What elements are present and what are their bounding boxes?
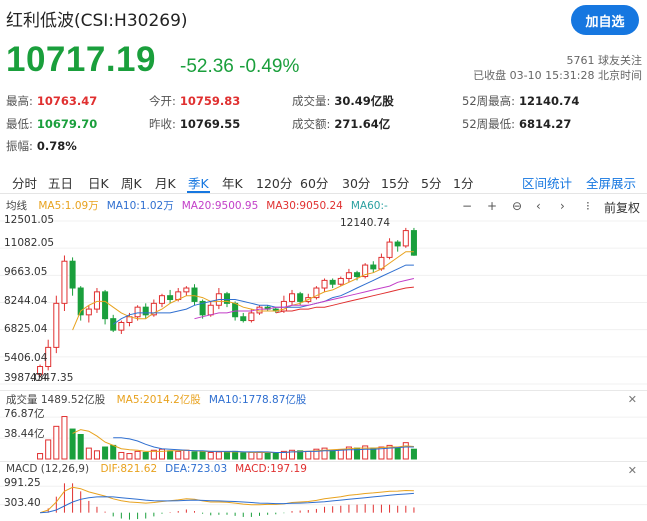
volume-bar bbox=[126, 453, 133, 460]
volume-legend: 成交量 1489.52亿股 MA5:2014.2亿股 MA10:1778.87亿股 bbox=[6, 392, 306, 407]
divider bbox=[0, 461, 647, 462]
volume-bar bbox=[158, 448, 165, 460]
volume-bar bbox=[85, 447, 92, 460]
candle-body bbox=[248, 312, 255, 322]
candle-body bbox=[85, 308, 92, 316]
volume-bar bbox=[37, 453, 44, 460]
volume-bar bbox=[337, 449, 344, 460]
legend-item: MACD:197.19 bbox=[235, 463, 307, 475]
axis-tick-label: 11082.05 bbox=[4, 237, 55, 249]
volume-bar bbox=[370, 447, 377, 460]
volume-bar bbox=[248, 451, 255, 460]
candle-body bbox=[394, 241, 401, 247]
candle-body bbox=[289, 293, 296, 302]
volume-bar bbox=[410, 448, 417, 460]
axis-tick-label: 6825.04 bbox=[4, 323, 48, 335]
volume-bar bbox=[61, 416, 68, 460]
candle-body bbox=[297, 293, 304, 302]
candle-body bbox=[102, 291, 109, 320]
volume-bar bbox=[191, 451, 198, 460]
candle-body bbox=[321, 279, 328, 289]
volume-bar bbox=[264, 451, 271, 460]
candle-body bbox=[183, 287, 190, 293]
candle-body bbox=[134, 306, 141, 318]
candle-body bbox=[93, 291, 100, 310]
volume-bar bbox=[93, 450, 100, 460]
candle-body bbox=[240, 316, 247, 322]
macd-line bbox=[39, 486, 414, 514]
legend-item: MA10:1778.87亿股 bbox=[208, 394, 307, 406]
legend-item: DIF:821.62 bbox=[100, 463, 158, 475]
close-volume-icon[interactable]: ✕ bbox=[628, 393, 637, 406]
volume-bar bbox=[175, 450, 182, 460]
ma-line bbox=[275, 286, 414, 314]
high-annotation: 12140.74 bbox=[340, 217, 391, 229]
volume-bar bbox=[394, 447, 401, 460]
volume-bar bbox=[183, 449, 190, 460]
volume-bar bbox=[102, 446, 109, 460]
candle-body bbox=[207, 304, 214, 316]
volume-bar bbox=[240, 452, 247, 460]
candle-body bbox=[142, 306, 149, 316]
volume-bar bbox=[329, 449, 336, 460]
legend-item: MA5:2014.2亿股 bbox=[116, 394, 201, 406]
axis-tick-label: 991.25 bbox=[4, 477, 41, 489]
candle-body bbox=[386, 241, 393, 258]
axis-tick-label: 5406.04 bbox=[4, 352, 48, 364]
low-annotation: 4347.35 bbox=[30, 372, 74, 384]
volume-bar bbox=[305, 450, 312, 460]
close-macd-icon[interactable]: ✕ bbox=[628, 464, 637, 477]
candle-body bbox=[402, 230, 409, 247]
axis-tick-label: 303.40 bbox=[4, 497, 41, 509]
candle-body bbox=[167, 295, 174, 301]
volume-bar bbox=[232, 450, 239, 460]
volume-bar bbox=[207, 451, 214, 460]
macd-legend: MACD (12,26,9) DIF:821.62 DEA:723.03 MACD:… bbox=[6, 463, 307, 475]
volume-bar bbox=[142, 451, 149, 460]
volume-bar bbox=[272, 452, 279, 460]
axis-tick-label: 9663.05 bbox=[4, 266, 48, 278]
divider bbox=[0, 390, 647, 391]
volume-bar bbox=[69, 428, 76, 460]
candle-body bbox=[69, 260, 76, 289]
candle-body bbox=[256, 306, 263, 314]
volume-bar bbox=[215, 451, 222, 460]
volume-bar bbox=[77, 434, 84, 460]
volume-bar bbox=[199, 450, 206, 460]
volume-bar bbox=[134, 450, 141, 460]
axis-tick-label: 76.87亿 bbox=[4, 408, 45, 420]
candle-body bbox=[53, 302, 60, 348]
volume-bar bbox=[167, 450, 174, 460]
volume-bar bbox=[110, 444, 117, 460]
kline-charts[interactable] bbox=[0, 0, 647, 521]
candle-body bbox=[191, 287, 198, 302]
candle-body bbox=[329, 279, 336, 285]
candle-body bbox=[158, 295, 165, 304]
volume-bar bbox=[223, 451, 231, 460]
candle-body bbox=[370, 264, 377, 270]
axis-tick-label: 12501.05 bbox=[4, 214, 55, 226]
candle-body bbox=[337, 277, 344, 285]
candle-body bbox=[118, 321, 125, 331]
macd-line bbox=[40, 492, 414, 514]
macd-legend-label: MACD (12,26,9) bbox=[6, 463, 90, 475]
axis-tick-label: 8244.04 bbox=[4, 295, 48, 307]
volume-bar bbox=[45, 439, 52, 460]
candle-body bbox=[61, 260, 68, 304]
volume-bar bbox=[53, 425, 60, 460]
candle-body bbox=[354, 272, 361, 278]
axis-tick-label: 38.44亿 bbox=[4, 428, 45, 440]
volume-legend-label: 成交量 1489.52亿股 bbox=[6, 394, 106, 406]
candle-body bbox=[232, 302, 239, 318]
volume-bar bbox=[118, 451, 125, 460]
volume-bar bbox=[402, 442, 409, 460]
volume-ma-line bbox=[113, 437, 414, 453]
candle-body bbox=[345, 272, 352, 279]
legend-item: DEA:723.03 bbox=[165, 463, 228, 475]
